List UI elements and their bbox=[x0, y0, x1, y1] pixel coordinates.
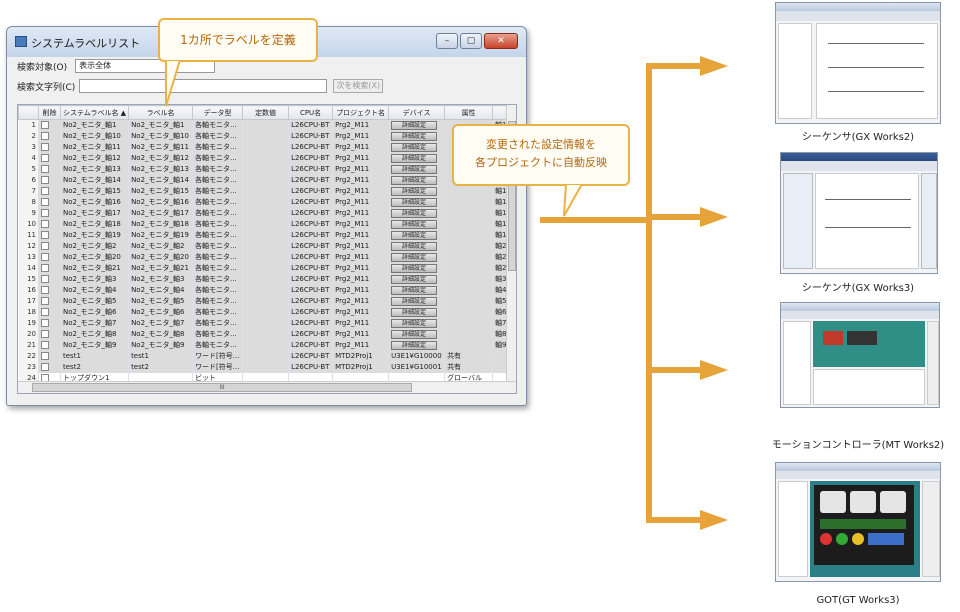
gx-works2-caption: シーケンサ(GX Works2) bbox=[801, 132, 915, 143]
gx-works3-caption: シーケンサ(GX Works3) bbox=[801, 283, 915, 294]
gx-works2-screenshot bbox=[775, 2, 941, 124]
mt-works2-screenshot bbox=[780, 302, 940, 408]
gx-works3-screenshot bbox=[780, 152, 938, 274]
gt-works3-screenshot bbox=[775, 462, 941, 582]
mt-works2-caption: モーションコントローラ(MT Works2) bbox=[771, 440, 945, 451]
gt-works3-caption: GOT(GT Works3) bbox=[816, 595, 900, 606]
